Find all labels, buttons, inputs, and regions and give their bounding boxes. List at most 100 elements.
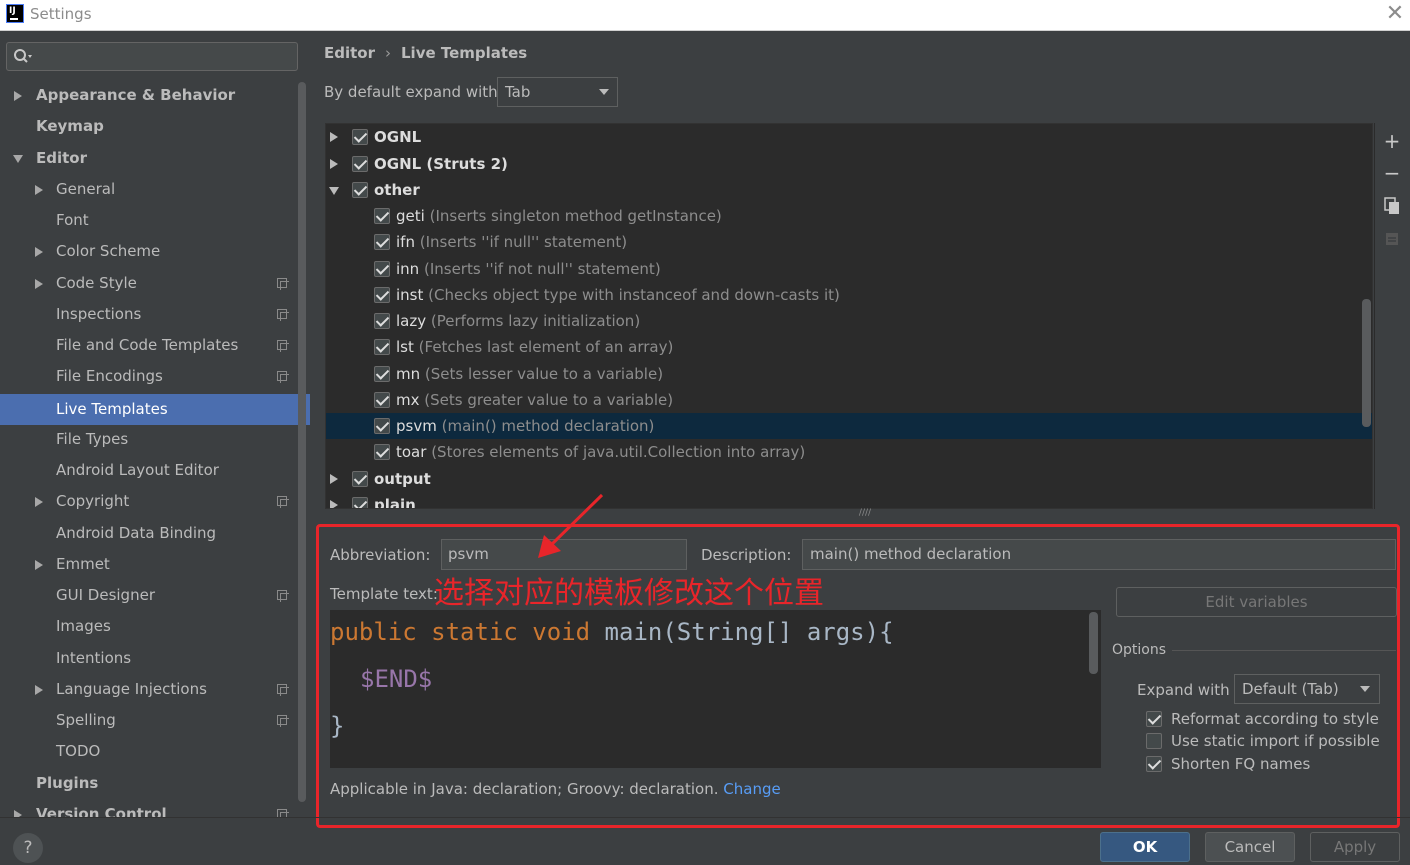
tree-group-row[interactable]: plain: [326, 492, 1372, 508]
tree-group-row[interactable]: other: [326, 177, 1372, 203]
template-checkbox[interactable]: [374, 287, 390, 303]
template-checkbox[interactable]: [374, 234, 390, 250]
reformat-checkbox[interactable]: [1146, 711, 1162, 727]
template-abbreviation: lst: [396, 338, 414, 356]
expand-arrow-icon[interactable]: [330, 474, 338, 484]
group-checkbox[interactable]: [352, 182, 368, 198]
expand-arrow-icon[interactable]: [330, 132, 338, 142]
sidebar-item-label: Code Style: [56, 274, 137, 292]
search-input[interactable]: [6, 42, 298, 71]
sidebar-item-file-code-templates[interactable]: File and Code Templates: [0, 330, 300, 361]
tree-scrollbar[interactable]: [1362, 299, 1371, 427]
template-checkbox[interactable]: [374, 444, 390, 460]
template-checkbox[interactable]: [374, 208, 390, 224]
sidebar-item-language-injections[interactable]: Language Injections: [0, 674, 300, 705]
edit-variables-button[interactable]: Edit variables: [1116, 587, 1397, 617]
sidebar-item-font[interactable]: Font: [0, 205, 300, 236]
template-row[interactable]: mx (Sets greater value to a variable): [326, 387, 1372, 413]
template-row[interactable]: toar (Stores elements of java.util.Colle…: [326, 439, 1372, 465]
breadcrumb-parent[interactable]: Editor: [324, 44, 375, 62]
restore-defaults-icon[interactable]: [1382, 229, 1402, 249]
sidebar-item-images[interactable]: Images: [0, 611, 300, 642]
group-name: output: [374, 470, 431, 488]
template-row[interactable]: inn (Inserts ''if not null'' statement): [326, 256, 1372, 282]
sidebar-item-file-types[interactable]: File Types: [0, 424, 300, 455]
copy-icon[interactable]: [1382, 196, 1402, 216]
static-import-checkbox[interactable]: [1146, 733, 1162, 749]
template-checkbox[interactable]: [374, 339, 390, 355]
sidebar-item-code-style[interactable]: Code Style: [0, 268, 300, 299]
group-checkbox[interactable]: [352, 129, 368, 145]
splitter-handle[interactable]: ////: [855, 509, 875, 518]
template-text-editor[interactable]: public static void main(String[] args){ …: [330, 610, 1101, 768]
sidebar-item-intentions[interactable]: Intentions: [0, 643, 300, 674]
template-checkbox[interactable]: [374, 313, 390, 329]
sidebar-item-editor[interactable]: Editor: [0, 143, 300, 174]
template-row[interactable]: lst (Fetches last element of an array): [326, 334, 1372, 360]
template-checkbox[interactable]: [374, 392, 390, 408]
template-text-label: Template text:: [330, 585, 438, 603]
close-icon[interactable]: ✕: [1384, 2, 1406, 26]
group-checkbox[interactable]: [352, 471, 368, 487]
template-row-selected[interactable]: psvm (main() method declaration): [326, 413, 1372, 439]
add-icon[interactable]: +: [1382, 131, 1402, 151]
sidebar-item-emmet[interactable]: Emmet: [0, 549, 300, 580]
chevron-down-icon: [1360, 686, 1370, 692]
sidebar-item-inspections[interactable]: Inspections: [0, 299, 300, 330]
template-row[interactable]: ifn (Inserts ''if null'' statement): [326, 229, 1372, 255]
sidebar-item-keymap[interactable]: Keymap: [0, 111, 300, 142]
cancel-button[interactable]: Cancel: [1205, 832, 1295, 862]
sidebar-item-copyright[interactable]: Copyright: [0, 486, 300, 517]
sidebar-item-appearance-behavior[interactable]: Appearance & Behavior: [0, 80, 300, 111]
template-description: (main() method declaration): [441, 417, 655, 435]
template-row[interactable]: inst (Checks object type with instanceof…: [326, 282, 1372, 308]
sidebar-item-general[interactable]: General: [0, 174, 300, 205]
expand-with-select[interactable]: Default (Tab): [1234, 674, 1380, 704]
apply-button[interactable]: Apply: [1310, 832, 1400, 862]
breadcrumb-current: Live Templates: [401, 44, 528, 62]
template-checkbox[interactable]: [374, 261, 390, 277]
expand-arrow-icon[interactable]: [330, 500, 338, 508]
sidebar-scrollbar[interactable]: [298, 82, 306, 802]
help-button[interactable]: ?: [13, 833, 43, 863]
annotation-text: 选择对应的模板修改这个位置: [434, 576, 824, 611]
description-field[interactable]: main() method declaration: [802, 539, 1396, 570]
sidebar-item-live-templates[interactable]: Live Templates: [0, 394, 310, 425]
sidebar-item-todo[interactable]: TODO: [0, 736, 300, 767]
project-settings-icon: [277, 684, 289, 696]
sidebar-item-spelling[interactable]: Spelling: [0, 705, 300, 736]
expand-arrow-icon[interactable]: [330, 159, 338, 169]
sidebar-item-android-layout-editor[interactable]: Android Layout Editor: [0, 455, 300, 486]
sidebar-item-label: GUI Designer: [56, 586, 155, 604]
templates-tree: OGNL OGNL (Struts 2) other geti (Inserts…: [325, 123, 1373, 509]
template-row[interactable]: mn (Sets lesser value to a variable): [326, 361, 1372, 387]
sidebar-item-color-scheme[interactable]: Color Scheme: [0, 236, 300, 267]
shorten-fq-checkbox[interactable]: [1146, 756, 1162, 772]
template-row[interactable]: lazy (Performs lazy initialization): [326, 308, 1372, 334]
sidebar-item-android-data-binding[interactable]: Android Data Binding: [0, 518, 300, 549]
expand-arrow-icon: [35, 185, 43, 195]
tree-group-row[interactable]: OGNL (Struts 2): [326, 151, 1372, 177]
description-label: Description:: [701, 546, 792, 564]
tree-group-row[interactable]: OGNL: [326, 124, 1372, 150]
template-row[interactable]: geti (Inserts singleton method getInstan…: [326, 203, 1372, 229]
group-checkbox[interactable]: [352, 497, 368, 508]
tree-group-row[interactable]: output: [326, 466, 1372, 492]
sidebar-item-file-encodings[interactable]: File Encodings: [0, 361, 300, 392]
sidebar-item-label: Android Data Binding: [56, 524, 217, 542]
shorten-fq-label: Shorten FQ names: [1171, 755, 1311, 773]
group-checkbox[interactable]: [352, 156, 368, 172]
code-scrollbar[interactable]: [1089, 612, 1098, 674]
collapse-arrow-icon[interactable]: [329, 187, 339, 195]
template-checkbox[interactable]: [374, 418, 390, 434]
sidebar-item-version-control[interactable]: Version Control: [0, 799, 300, 817]
change-contexts-link[interactable]: Change: [723, 780, 780, 798]
project-settings-icon: [277, 590, 289, 602]
sidebar-item-plugins[interactable]: Plugins: [0, 768, 300, 799]
ok-button[interactable]: OK: [1100, 832, 1190, 862]
template-description: (Performs lazy initialization): [430, 312, 641, 330]
remove-icon[interactable]: −: [1382, 163, 1402, 183]
sidebar-item-gui-designer[interactable]: GUI Designer: [0, 580, 300, 611]
template-checkbox[interactable]: [374, 366, 390, 382]
default-expand-select[interactable]: Tab: [497, 77, 618, 107]
